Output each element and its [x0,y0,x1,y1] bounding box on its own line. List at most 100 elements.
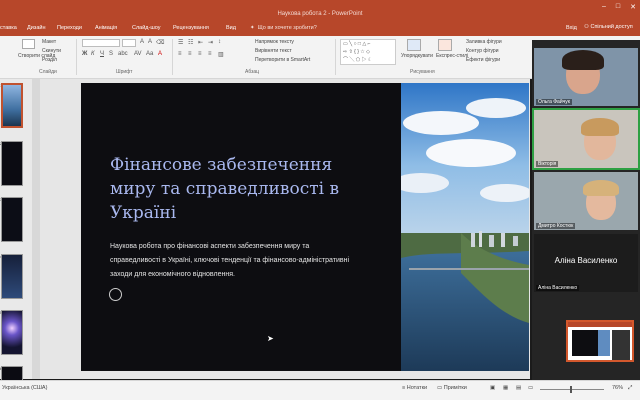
thumbnails-scrollbar[interactable] [32,79,40,379]
maximize-button[interactable]: □ [616,3,620,11]
minimize-button[interactable]: – [602,3,606,11]
tab-animation[interactable]: Анімація [95,25,117,31]
font-size-combo[interactable] [122,39,136,47]
underline-icon[interactable]: Ч [100,51,104,57]
line-spacing-icon[interactable]: ↕ [218,39,221,45]
layout-button[interactable]: Макет [42,39,56,45]
convert-smartart-button[interactable]: Перетворити в SmartArt [255,57,310,63]
zoom-level[interactable]: 76% [612,385,623,391]
share-button[interactable]: ⚇ Спільний доступ [584,24,633,30]
tab-transitions[interactable]: Переходи [57,25,82,31]
slide-sorter-icon[interactable]: ▦ [503,385,508,391]
ribbon-divider [335,39,336,75]
preview-videos [612,330,630,360]
city-river-photo[interactable] [401,83,529,371]
slide-thumbnail-1[interactable] [1,83,23,128]
participant-tile[interactable]: Ольга Файчук [534,48,638,106]
slide-thumbnail-4[interactable] [1,254,23,299]
tab-design[interactable]: Дизайн [27,25,46,31]
participant-name: Ольга Файчук [536,99,572,105]
tell-me-search[interactable]: ✦ Що ви хочете зробити? [250,25,317,31]
quick-styles-button[interactable]: Експрес-стилі [436,53,468,59]
arrange-icon[interactable] [407,39,421,51]
window-title: Наукова робота 2 - PowerPoint [277,11,363,17]
slide-title[interactable]: Фінансове забезпечення миру та справедли… [110,153,360,225]
paragraph-group-label: Абзац [245,69,260,75]
align-right-icon[interactable]: ≡ [198,51,202,57]
arrange-button[interactable]: Упорядкувати [401,53,433,59]
shadow-icon[interactable]: S [109,51,113,57]
shape-effects-button[interactable]: Ефекти фігури [466,57,500,63]
share-label: Спільний доступ [590,24,633,30]
comments-button[interactable]: ▭ Примітки [437,385,467,391]
zoom-slider[interactable] [540,389,604,390]
slideshow-view-icon[interactable]: ▭ [528,385,533,391]
comment-icon: ▭ [437,385,444,391]
participant-hair [581,118,619,136]
language-status[interactable]: Українська (США) [2,385,47,391]
text-direction-button[interactable]: Напрямок тексту [255,39,294,45]
tab-view[interactable]: Вид [226,25,236,31]
close-button[interactable]: ✕ [630,3,636,11]
circle-shape[interactable] [109,288,122,301]
sign-in-link[interactable]: Вхід [566,25,577,31]
zoom-slider-handle[interactable] [570,386,572,393]
tell-me-text: Що ви хочете зробити? [257,25,317,31]
fit-slide-icon[interactable]: ⤢ [628,385,632,392]
slide-thumbnail-3[interactable] [1,197,23,242]
slide-thumbnail-2[interactable] [1,141,23,186]
participant-tile[interactable]: Вікторія [532,108,640,170]
align-center-icon[interactable]: ≡ [188,51,192,57]
grow-font-icon[interactable]: A [140,39,144,45]
shrink-font-icon[interactable]: A [148,39,152,45]
columns-icon[interactable]: ▥ [218,51,224,58]
participant-tile[interactable]: Дмитро Костюк [534,172,638,230]
font-color-icon[interactable]: A [158,51,162,57]
comments-label: Примітки [443,385,467,391]
char-spacing-icon[interactable]: AV [134,51,142,57]
font-name-combo[interactable] [82,39,120,47]
strikethrough-icon[interactable]: abc [118,51,128,57]
participant-hair [583,180,619,196]
increase-indent-icon[interactable]: ⇥ [208,39,213,46]
new-slide-icon[interactable] [22,39,35,49]
numbering-icon[interactable]: ☷ [188,39,193,46]
status-bar: Українська (США) ≡ Нотатки ▭ Примітки ▣ … [0,380,640,400]
bullets-icon[interactable]: ☰ [178,39,183,46]
change-case-icon[interactable]: Aa [146,51,153,57]
ribbon-divider [172,39,173,75]
tab-slideshow[interactable]: Слайд-шоу [132,25,161,31]
lightbulb-icon: ✦ [250,25,255,31]
align-text-button[interactable]: Вирівняти текст [255,48,292,54]
slide-thumbnail-5[interactable] [1,310,23,355]
current-slide[interactable]: Фінансове забезпечення миру та справедли… [81,83,529,371]
justify-icon[interactable]: ≡ [208,51,212,57]
tab-review[interactable]: Рецензування [173,25,209,31]
reset-button[interactable]: Скинути [42,48,61,54]
slide-thumbnails-pane: 1 2 3 4 5 6 [0,79,32,386]
shapes-gallery[interactable]: ▭ ╲ ○ □ △ ⌐ ⇨ ⇧ { } ☆ ◇ ⌒ ╲ ⬠ ▷ ☾ [340,39,396,65]
italic-icon[interactable]: К [91,51,95,57]
tab-insert[interactable]: ставка [0,25,17,31]
quick-styles-icon[interactable] [438,39,452,51]
slides-group-label: Слайди [39,69,57,75]
powerpoint-window: Наукова робота 2 - PowerPoint – □ ✕ став… [0,0,640,400]
shape-outline-button[interactable]: Контур фігури [466,48,498,54]
mouse-cursor-icon: ➤ [267,334,274,343]
section-button[interactable]: Розділ [42,57,57,63]
decrease-indent-icon[interactable]: ⇤ [198,39,203,46]
bold-icon[interactable]: Ж [82,51,87,57]
participant-tile[interactable]: Аліна Василенко Аліна Василенко [534,234,638,292]
clear-format-icon[interactable]: ⌫ [156,39,164,46]
align-left-icon[interactable]: ≡ [178,51,182,57]
drawing-group-label: Рисування [410,69,435,75]
window-controls: – □ ✕ [602,3,636,11]
slide-body-text[interactable]: Наукова робота про фінансові аспекти заб… [110,240,360,282]
shape-fill-button[interactable]: Заливка фігури [466,39,502,45]
reading-view-icon[interactable]: ▤ [516,385,521,391]
preview-photo [598,330,610,356]
notes-button[interactable]: ≡ Нотатки [402,385,427,391]
normal-view-icon[interactable]: ▣ [490,385,495,391]
screen-share-preview[interactable] [566,320,634,362]
title-bar: Наукова робота 2 - PowerPoint – □ ✕ [0,0,640,22]
